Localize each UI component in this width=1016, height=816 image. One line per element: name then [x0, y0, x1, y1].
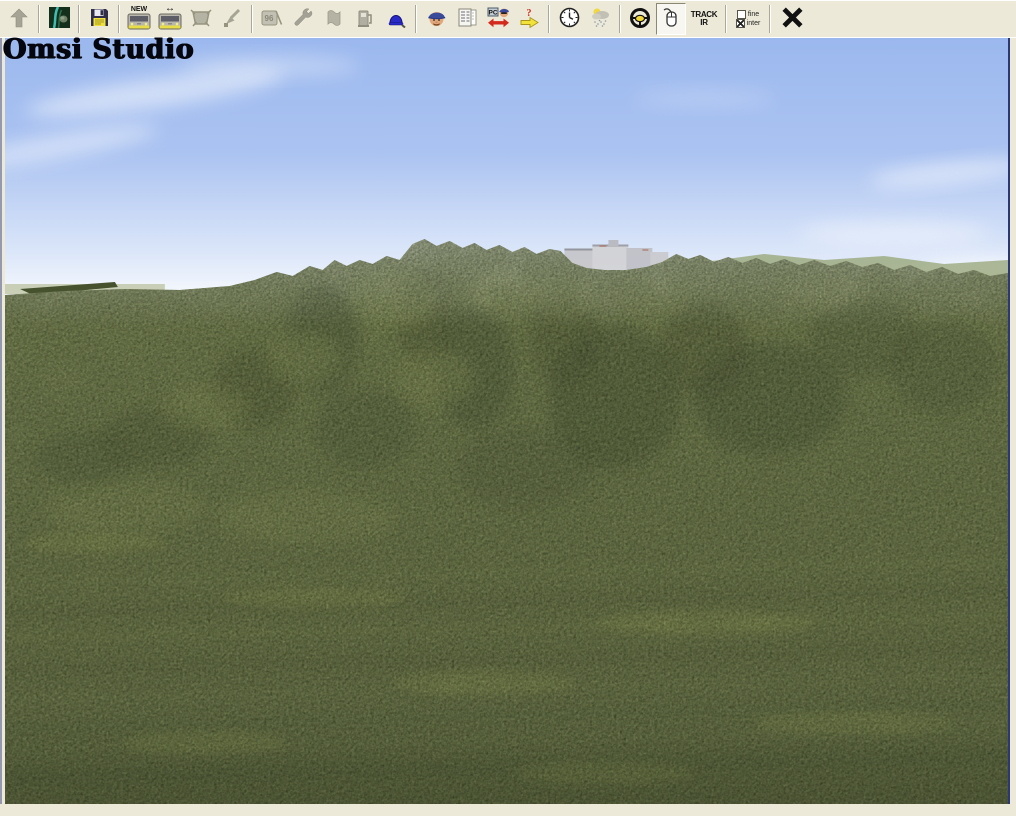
option-inter[interactable]: inter — [736, 19, 761, 28]
wrench-icon — [292, 7, 314, 32]
svg-text:96: 96 — [265, 14, 274, 23]
toolbar-separator — [118, 5, 120, 33]
map-thumbnail-icon — [49, 7, 70, 31]
toolbar-separator — [415, 5, 417, 33]
trackir-label: TRACK IR — [691, 11, 718, 27]
clock-icon — [559, 7, 580, 31]
bus-front-icon — [127, 13, 151, 33]
toolbar-separator — [769, 5, 771, 33]
floppy-disk-icon — [89, 7, 110, 31]
steering-button[interactable] — [625, 3, 655, 35]
toolbar-separator — [619, 5, 621, 33]
mouse-control-button[interactable] — [656, 3, 686, 35]
checkbox-unchecked-icon[interactable] — [737, 10, 746, 19]
option-inter-label: inter — [747, 19, 761, 28]
refuel-button[interactable] — [350, 3, 380, 35]
toolbar: NEW ↔ 96 — [0, 0, 1016, 38]
weather-button[interactable] — [585, 3, 615, 35]
weather-icon — [589, 7, 611, 31]
close-button[interactable] — [775, 3, 809, 35]
render-options-button[interactable]: fine inter — [731, 3, 765, 35]
app-title: Omsi Studio — [3, 36, 194, 64]
trackir-button[interactable]: TRACK IR — [687, 3, 721, 35]
toolbar-separator — [725, 5, 727, 33]
option-fine[interactable]: fine — [737, 10, 759, 19]
fuel-pump-icon — [355, 8, 375, 31]
new-bus-label: NEW — [131, 6, 147, 13]
toolbar-separator — [78, 5, 80, 33]
close-x-icon — [780, 5, 805, 33]
steering-wheel-icon — [629, 7, 651, 32]
checkbox-checked-icon[interactable] — [736, 19, 745, 28]
bus-front-icon — [158, 13, 182, 33]
window-edge — [0, 38, 2, 804]
pc-driver-swap-icon: PC — [487, 7, 510, 31]
change-bus-button[interactable]: ↔ — [155, 3, 185, 35]
blue-beacon-icon — [386, 8, 406, 31]
toolbar-separator — [251, 5, 253, 33]
price-96-icon: 96 — [261, 8, 283, 31]
diagonal-arrow-icon — [222, 8, 242, 31]
repair-button[interactable] — [288, 3, 318, 35]
terrain-3d-viewport[interactable] — [5, 38, 1010, 804]
navigate-up-button[interactable] — [4, 3, 34, 35]
timetable-icon — [457, 7, 478, 31]
frame-icon — [190, 8, 212, 31]
timetable-button[interactable] — [452, 3, 482, 35]
price-sign-button[interactable]: 96 — [257, 3, 287, 35]
option-fine-label: fine — [748, 10, 759, 19]
new-bus-button[interactable]: NEW — [124, 3, 154, 35]
save-button[interactable] — [84, 3, 114, 35]
beacon-button[interactable] — [381, 3, 411, 35]
question-arrow-icon: ? — [519, 7, 540, 32]
driver-button[interactable] — [421, 3, 451, 35]
svg-text:PC: PC — [488, 10, 497, 17]
mouse-icon — [661, 7, 681, 32]
frame-object-button[interactable] — [186, 3, 216, 35]
toolbar-separator — [38, 5, 40, 33]
up-arrow-icon — [8, 7, 30, 32]
pc-driver-swap-button[interactable]: PC — [483, 3, 513, 35]
toolbar-separator — [548, 5, 550, 33]
route-help-button[interactable]: ? — [514, 3, 544, 35]
svg-text:?: ? — [526, 8, 531, 19]
time-button[interactable] — [554, 3, 584, 35]
sack-icon — [324, 8, 344, 31]
cargo-button[interactable] — [319, 3, 349, 35]
change-bus-label: ↔ — [165, 5, 175, 13]
insert-object-button[interactable] — [217, 3, 247, 35]
terrain-render — [5, 38, 1008, 804]
map-view-button[interactable] — [44, 3, 74, 35]
driver-face-icon — [426, 7, 447, 31]
